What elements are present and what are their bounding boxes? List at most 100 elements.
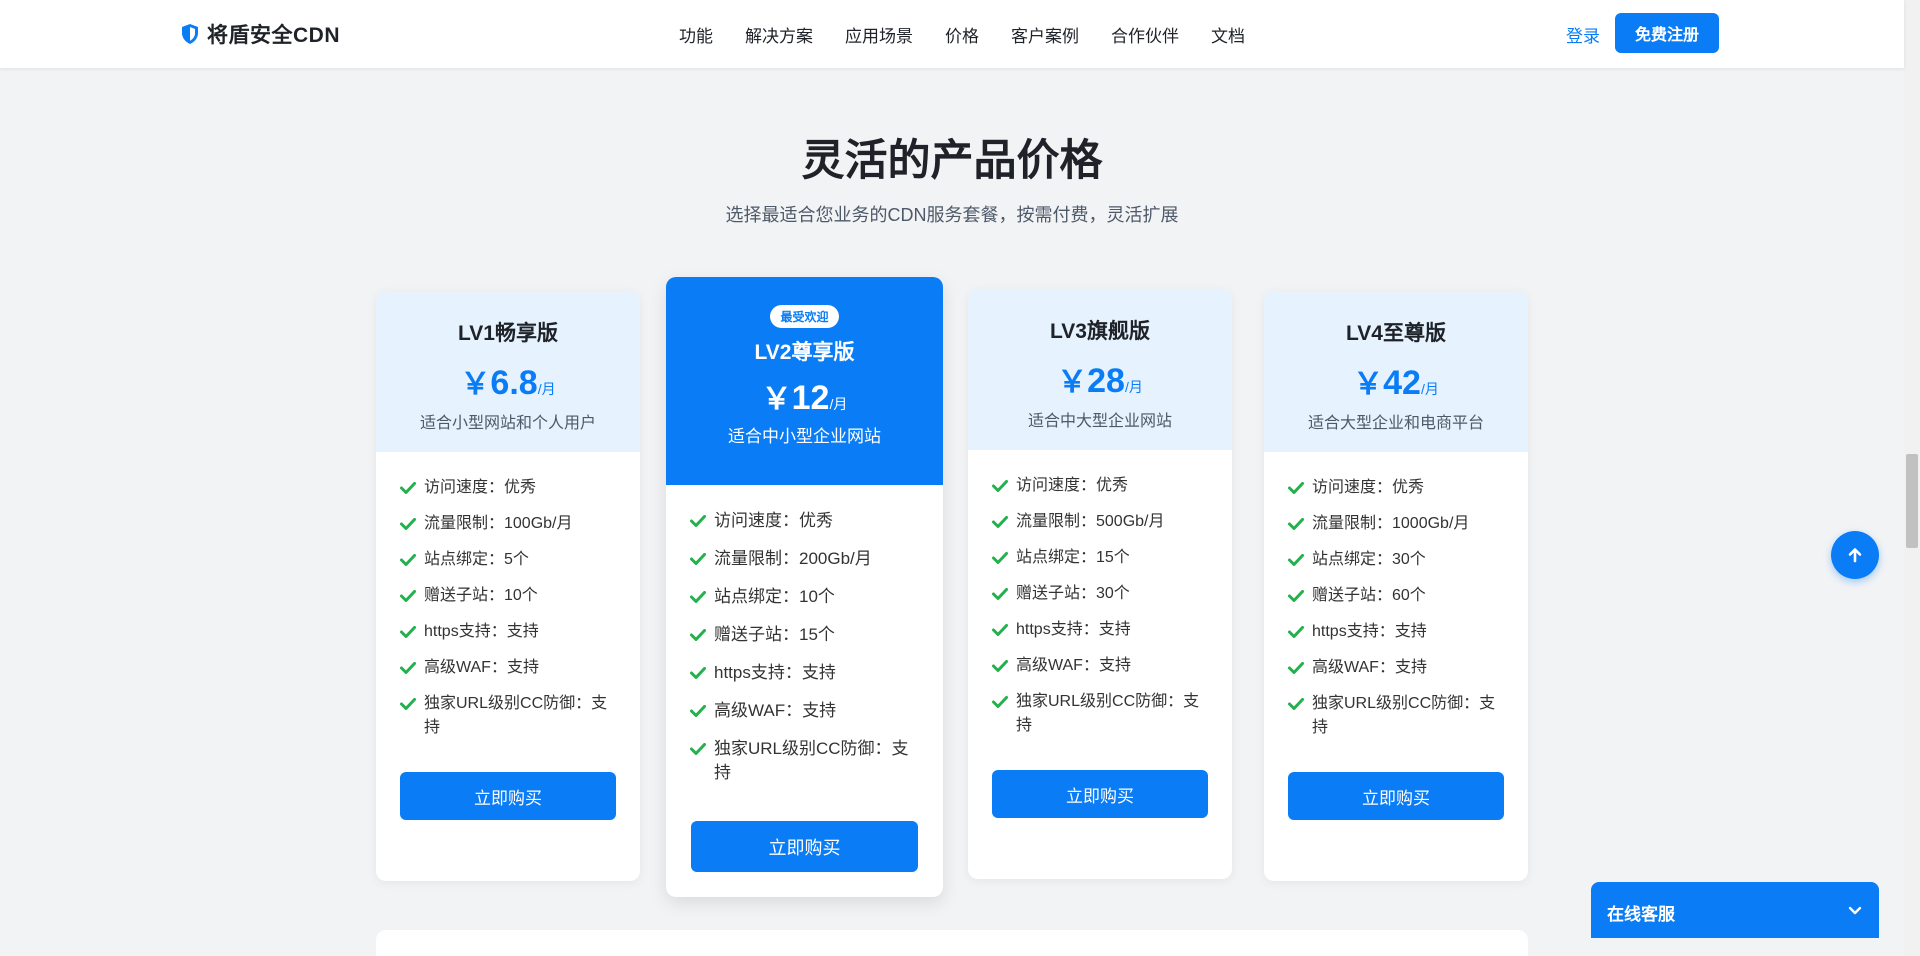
price-unit: /月 — [829, 396, 848, 412]
price-currency: ￥ — [460, 368, 491, 401]
check-icon — [1288, 476, 1304, 500]
plan-name: LV1畅享版 — [458, 322, 558, 345]
feature-text: 赠送子站：60个 — [1312, 587, 1426, 604]
feature-item: 流量限制：200Gb/月 — [690, 547, 919, 571]
feature-item: 独家URL级别CC防御：支持 — [1288, 692, 1504, 740]
scrollbar-thumb[interactable] — [1906, 454, 1918, 548]
feature-item: https支持：支持 — [400, 620, 616, 644]
check-icon — [992, 582, 1008, 606]
buy-button[interactable]: 立即购买 — [992, 770, 1208, 818]
brand-name: 将盾安全CDN — [207, 24, 340, 47]
feature-item: 独家URL级别CC防御：支持 — [400, 692, 616, 740]
feature-text: 访问速度：优秀 — [714, 511, 833, 530]
online-support-widget[interactable]: 在线客服 — [1591, 882, 1879, 938]
chevron-down-icon[interactable] — [1847, 902, 1863, 918]
feature-item: 独家URL级别CC防御：支持 — [992, 690, 1208, 738]
check-icon — [400, 656, 416, 680]
feature-item: 高级WAF：支持 — [400, 656, 616, 680]
feature-list: 访问速度：优秀 流量限制：500Gb/月 站点绑定：15个 赠送子站：30个 h… — [968, 450, 1232, 738]
login-link[interactable]: 登录 — [1566, 22, 1600, 47]
check-icon — [690, 737, 706, 761]
feature-item: 站点绑定：15个 — [992, 546, 1208, 570]
feature-text: 独家URL级别CC防御：支持 — [424, 695, 608, 736]
feature-item: 站点绑定：10个 — [690, 585, 919, 609]
next-section-panel — [376, 930, 1528, 956]
top-navbar: 将盾安全CDN 功能 解决方案 应用场景 价格 客户案例 合作伙伴 文档 登录 … — [0, 0, 1904, 68]
price-amount: 42 — [1383, 364, 1421, 402]
feature-item: 站点绑定：30个 — [1288, 548, 1504, 572]
check-icon — [1288, 548, 1304, 572]
nav-item-solutions[interactable]: 解决方案 — [745, 22, 813, 47]
price-amount: 28 — [1087, 362, 1125, 400]
plan-header: LV1畅享版 ￥6.8/月 适合小型网站和个人用户 — [376, 291, 640, 452]
check-icon — [1288, 692, 1304, 716]
popular-badge: 最受欢迎 — [770, 305, 839, 328]
feature-text: 站点绑定：10个 — [714, 587, 835, 606]
check-icon — [992, 510, 1008, 534]
check-icon — [400, 620, 416, 644]
feature-text: 访问速度：优秀 — [424, 479, 537, 496]
check-icon — [1288, 656, 1304, 680]
check-icon — [400, 584, 416, 608]
feature-item: 高级WAF：支持 — [690, 699, 919, 723]
feature-item: 高级WAF：支持 — [992, 654, 1208, 678]
nav-item-features[interactable]: 功能 — [679, 22, 713, 47]
buy-button[interactable]: 立即购买 — [1288, 772, 1504, 820]
feature-item: 高级WAF：支持 — [1288, 656, 1504, 680]
feature-text: 独家URL级别CC防御：支持 — [714, 739, 909, 782]
nav-item-cases[interactable]: 客户案例 — [1011, 22, 1079, 47]
plan-card-lv2: 最受欢迎 LV2尊享版 ￥12/月 适合中小型企业网站 访问速度：优秀 流量限制… — [666, 277, 943, 897]
feature-item: 访问速度：优秀 — [400, 476, 616, 500]
plan-card-lv4: LV4至尊版 ￥42/月 适合大型企业和电商平台 访问速度：优秀 流量限制：10… — [1264, 291, 1528, 881]
plan-description: 适合中大型企业网站 — [1027, 413, 1172, 430]
feature-text: 站点绑定：5个 — [424, 551, 529, 568]
check-icon — [690, 547, 706, 571]
feature-text: https支持：支持 — [1016, 621, 1131, 638]
feature-text: 高级WAF：支持 — [424, 659, 539, 676]
pricing-subtitle: 选择最适合您业务的CDN服务套餐，按需付费，灵活扩展 — [725, 205, 1179, 225]
plan-header: LV3旗舰版 ￥28/月 适合中大型企业网站 — [968, 289, 1232, 450]
feature-text: 流量限制：500Gb/月 — [1016, 513, 1165, 530]
check-icon — [400, 512, 416, 536]
feature-text: 流量限制：100Gb/月 — [424, 515, 573, 532]
pricing-title: 灵活的产品价格 — [801, 137, 1103, 185]
check-icon — [690, 699, 706, 723]
feature-item: 站点绑定：5个 — [400, 548, 616, 572]
price-unit: /月 — [537, 381, 556, 397]
plan-price: ￥42/月 — [1264, 359, 1528, 403]
feature-text: 站点绑定：30个 — [1312, 551, 1426, 568]
shield-icon — [182, 24, 198, 44]
check-icon — [400, 692, 416, 716]
price-currency: ￥ — [1057, 366, 1088, 399]
register-button[interactable]: 免费注册 — [1615, 13, 1719, 53]
main-nav: 功能 解决方案 应用场景 价格 客户案例 合作伙伴 文档 — [679, 22, 1245, 47]
feature-item: 流量限制：500Gb/月 — [992, 510, 1208, 534]
feature-text: 高级WAF：支持 — [1312, 659, 1427, 676]
buy-button[interactable]: 立即购买 — [400, 772, 616, 820]
feature-text: 流量限制：1000Gb/月 — [1312, 515, 1470, 532]
feature-text: 赠送子站：10个 — [424, 587, 538, 604]
check-icon — [992, 474, 1008, 498]
back-to-top-button[interactable] — [1831, 531, 1879, 579]
plan-name: LV2尊享版 — [754, 341, 855, 364]
check-icon — [1288, 584, 1304, 608]
plan-price: ￥12/月 — [666, 374, 943, 418]
plan-header: LV4至尊版 ￥42/月 适合大型企业和电商平台 — [1264, 291, 1528, 452]
nav-item-pricing[interactable]: 价格 — [945, 22, 979, 47]
brand-logo[interactable]: 将盾安全CDN — [181, 19, 340, 49]
buy-button[interactable]: 立即购买 — [691, 821, 918, 872]
feature-item: 赠送子站：60个 — [1288, 584, 1504, 608]
plan-name: LV4至尊版 — [1346, 322, 1446, 345]
nav-item-docs[interactable]: 文档 — [1211, 22, 1245, 47]
price-currency: ￥ — [1353, 368, 1384, 401]
feature-text: 赠送子站：30个 — [1016, 585, 1130, 602]
plan-card-lv1: LV1畅享版 ￥6.8/月 适合小型网站和个人用户 访问速度：优秀 流量限制：1… — [376, 291, 640, 881]
price-amount: 12 — [791, 379, 830, 417]
check-icon — [690, 509, 706, 533]
nav-item-partners[interactable]: 合作伙伴 — [1111, 22, 1179, 47]
feature-text: https支持：支持 — [1312, 623, 1427, 640]
feature-text: 独家URL级别CC防御：支持 — [1312, 695, 1496, 736]
check-icon — [400, 476, 416, 500]
nav-item-scenarios[interactable]: 应用场景 — [845, 22, 913, 47]
feature-list: 访问速度：优秀 流量限制：200Gb/月 站点绑定：10个 赠送子站：15个 h… — [666, 485, 943, 785]
